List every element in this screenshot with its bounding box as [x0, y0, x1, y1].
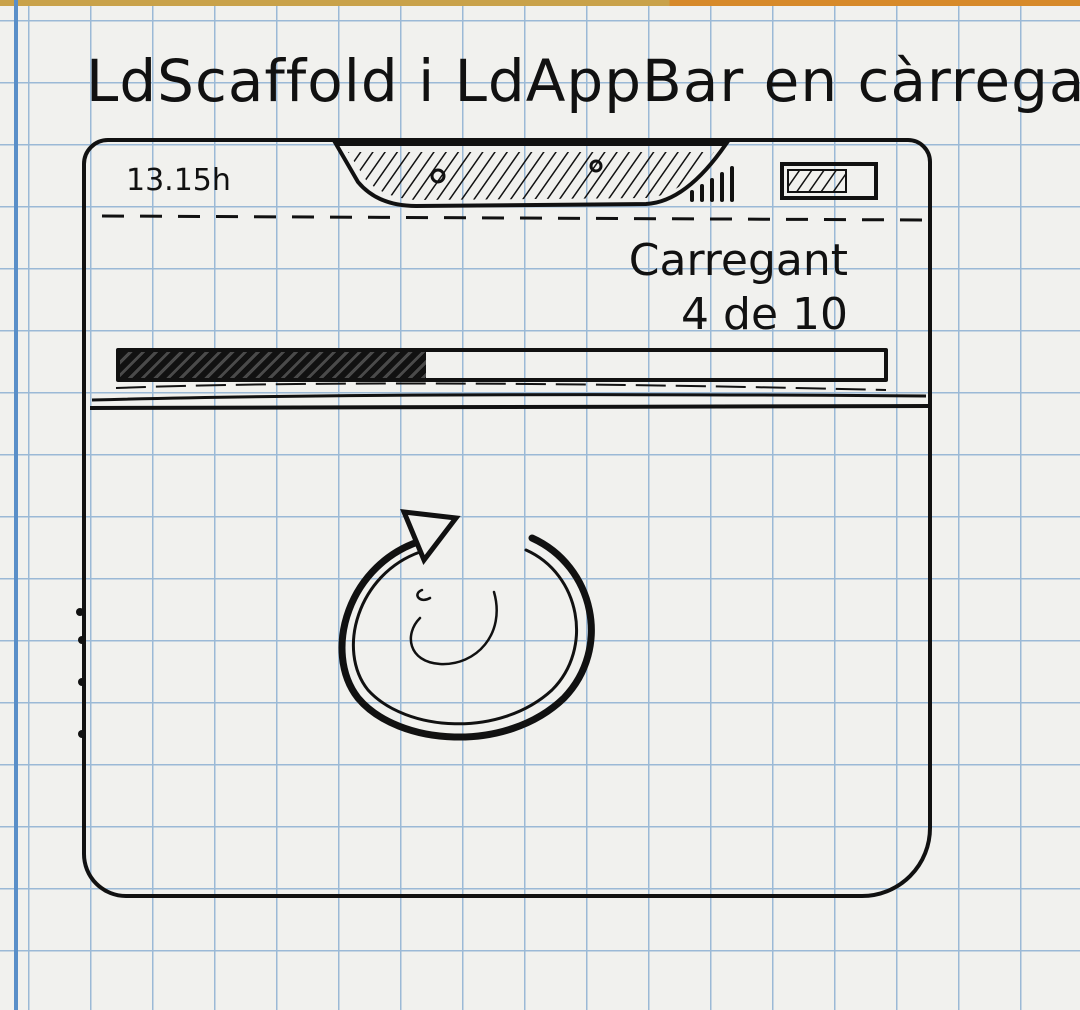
- status-divider: [101, 214, 927, 222]
- loading-progress-bar: [116, 348, 888, 382]
- loading-counter: 4 de 10: [681, 289, 848, 340]
- progress-underline: [115, 382, 887, 391]
- status-time: 13.15h: [126, 163, 231, 198]
- loading-status: Carregant 4 de 10: [629, 234, 848, 342]
- sketch-title: LdScaffold i LdAppBar en càrrega: [86, 47, 1080, 115]
- app-bar-shadow-line: [91, 393, 927, 402]
- progress-fill: [120, 352, 426, 378]
- battery-icon: [780, 162, 878, 200]
- phone-frame: 13.15h Carregant 4 de 10: [76, 138, 932, 898]
- app-bar-bottom-edge: [89, 404, 929, 410]
- loading-label: Carregant: [628, 235, 848, 286]
- refresh-spinner-icon: [338, 509, 595, 741]
- notebook-margin-line: [14, 0, 18, 1010]
- notch-fill: [348, 152, 714, 200]
- photo-edge: [0, 0, 1080, 6]
- signal-bars-icon: [690, 166, 734, 202]
- side-dots: [76, 608, 86, 738]
